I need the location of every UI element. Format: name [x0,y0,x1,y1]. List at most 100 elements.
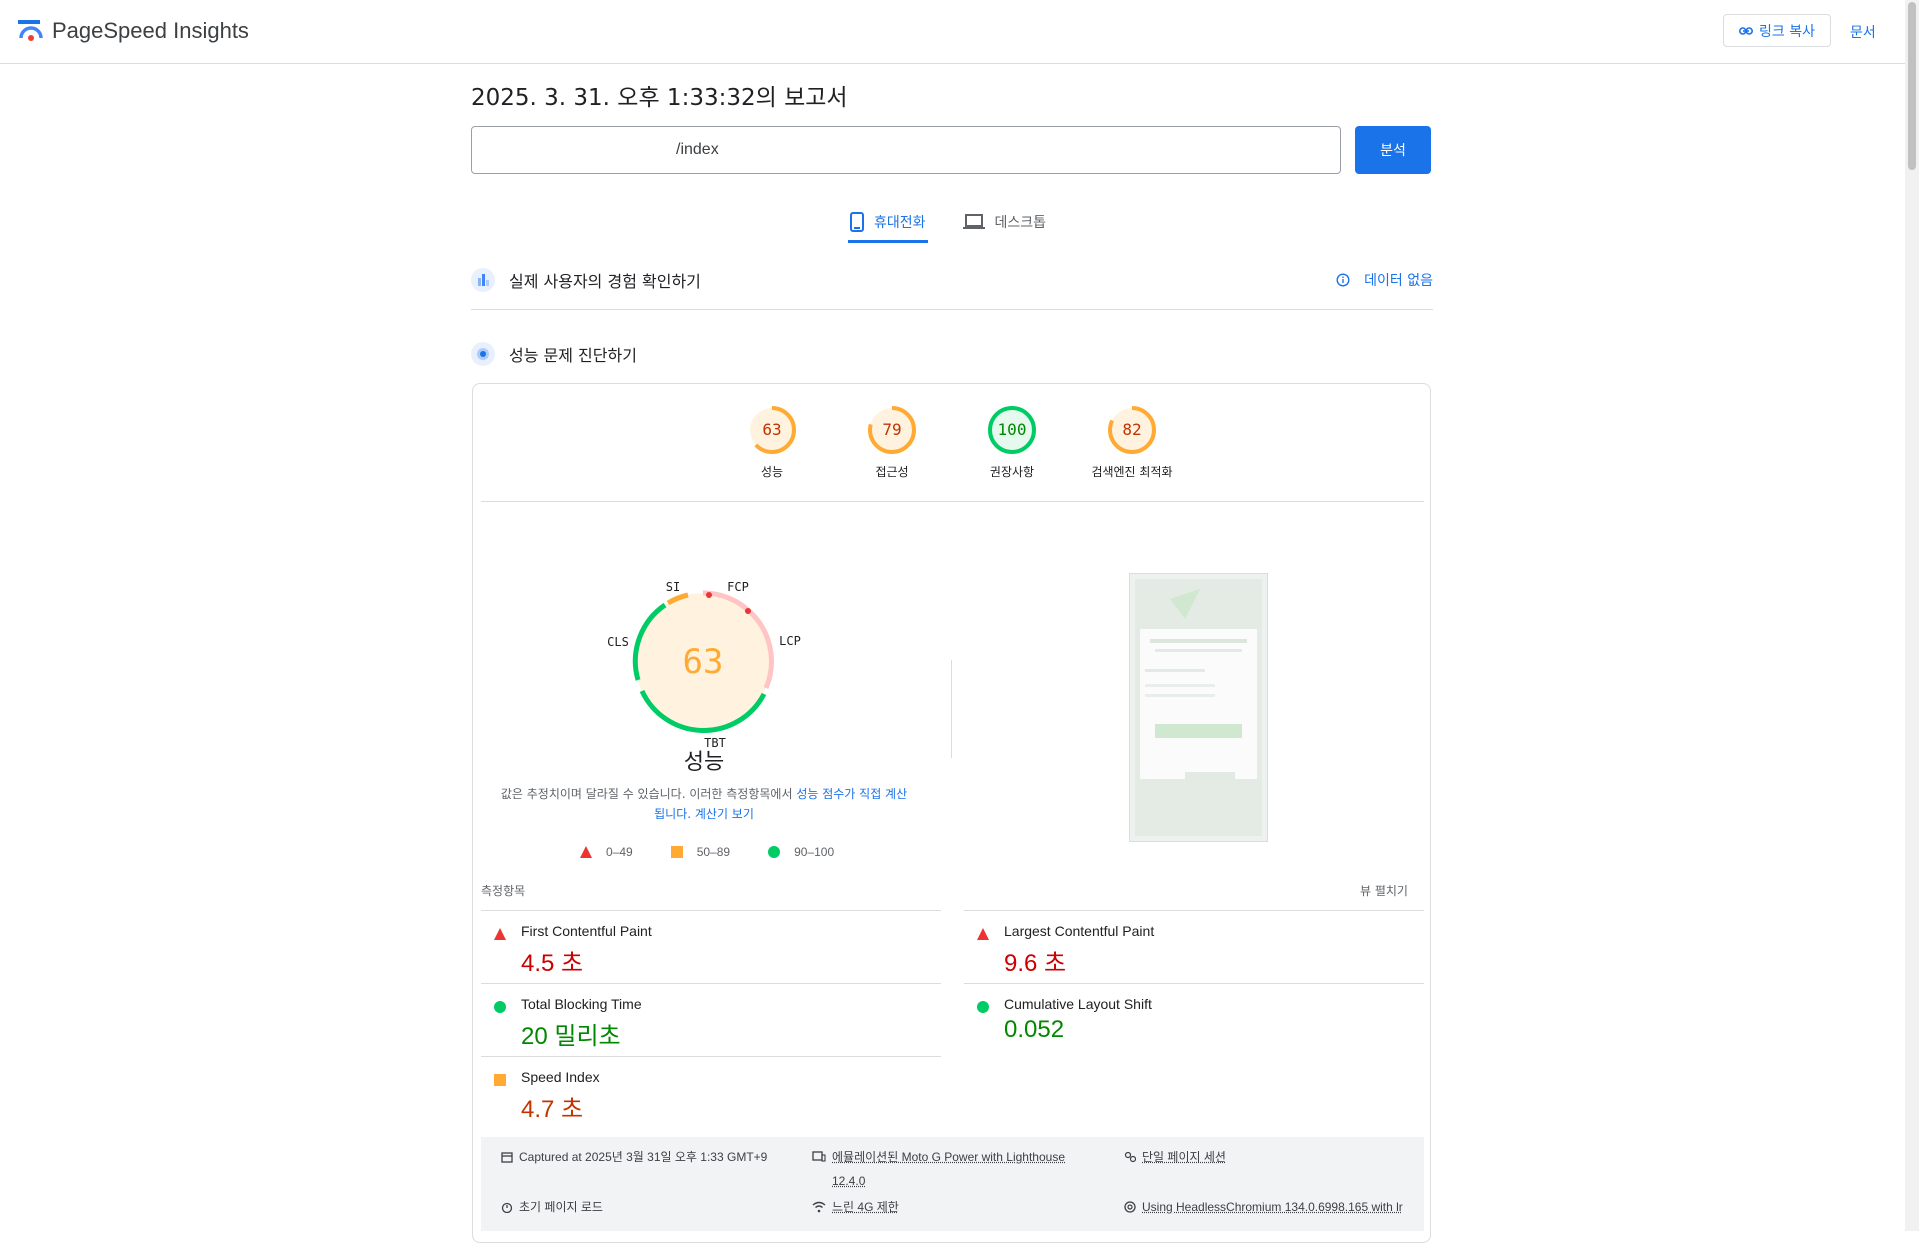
pagespeed-logo-icon [18,20,44,42]
metric-name: Cumulative Layout Shift [1004,996,1152,1012]
circle-icon [494,1001,506,1013]
score-gauge: 100 [987,405,1037,455]
metric-cls: Cumulative Layout Shift 0.052 [964,983,1424,1056]
lighthouse-version[interactable]: 12.4.0 [832,1169,1065,1193]
analyze-button[interactable]: 분석 [1355,126,1431,174]
tab-mobile-label: 휴대전화 [874,212,926,232]
chrome-icon [1124,1201,1136,1213]
score-gauge: 79 [867,405,917,455]
score-value: 63 [762,420,781,439]
score-performance[interactable]: 63 성능 [722,405,822,480]
score-label: 검색엔진 최적화 [1082,463,1182,480]
circle-icon [977,1001,989,1013]
field-data-label: 실제 사용자의 경험 확인하기 [509,268,701,292]
expand-view-toggle[interactable]: 뷰 펼치기 [1360,882,1408,899]
triangle-icon [494,928,506,940]
score-accessibility[interactable]: 79 접근성 [842,405,942,480]
metric-name: First Contentful Paint [521,923,652,939]
top-header: PageSpeed Insights 링크 복사 문서 [0,0,1905,64]
metric-si: Speed Index 4.7 초 [481,1056,941,1129]
score-label: 권장사항 [962,463,1062,480]
captured-text: Captured at 2025년 3월 31일 오후 1:33 GMT+9 [519,1145,767,1169]
score-seo[interactable]: 82 검색엔진 최적화 [1082,405,1182,480]
vertical-divider [951,660,952,758]
field-data-icon [471,268,495,292]
score-value: 100 [998,420,1027,439]
emulated-info: 에뮬레이션된 Moto G Power with Lighthouse 12.4… [812,1145,1065,1193]
calculator-link[interactable]: 계산기 보기 [695,807,754,821]
session-info: 단일 페이지 세션 [1124,1145,1226,1169]
metric-lcp: Largest Contentful Paint 9.6 초 [964,910,1424,983]
estimate-note: 값은 추정치이며 달라질 수 있습니다. 이러한 측정항목에서 성능 점수가 직… [500,784,908,824]
screenshot-thumbnail [1130,574,1267,841]
scrollbar-thumb[interactable] [1908,2,1916,170]
score-best-practices[interactable]: 100 권장사항 [962,405,1062,480]
gauge-cls-label: CLS [607,635,629,649]
circle-icon [768,846,780,858]
square-icon [671,846,683,858]
legend-fail-label: 0–49 [606,845,633,859]
diagnose-section: 성능 문제 진단하기 [471,342,1433,366]
tab-mobile[interactable]: 휴대전화 [848,204,928,243]
legend-fail: 0–49 [580,845,633,859]
tab-desktop-label: 데스크톱 [995,212,1047,232]
metric-name: Largest Contentful Paint [1004,923,1154,939]
no-data-link[interactable]: 데이터 없음 [1336,270,1433,290]
perf-gauge-label: 성능 [664,744,744,776]
device-tabs: 휴대전화 데스크톱 [848,204,1048,243]
timer-icon [501,1201,513,1213]
note-text: 값은 추정치이며 달라질 수 있습니다. 이러한 측정항목에서 [501,787,796,801]
load-text: 초기 페이지 로드 [519,1195,603,1219]
field-data-section: 실제 사용자의 경험 확인하기 데이터 없음 [471,268,1433,292]
copy-link-button[interactable]: 링크 복사 [1723,14,1831,47]
emulated-text[interactable]: 에뮬레이션된 Moto G Power with Lighthouse [832,1145,1065,1169]
legend-average-label: 50–89 [697,845,730,859]
legend-average: 50–89 [671,845,730,859]
metric-value: 4.7 초 [521,1089,583,1124]
metric-name: Speed Index [521,1069,600,1085]
tab-desktop[interactable]: 데스크톱 [961,204,1049,240]
laptop-icon [963,214,985,230]
metric-value: 20 밀리초 [521,1016,621,1051]
captured-info: Captured at 2025년 3월 31일 오후 1:33 GMT+9 [501,1145,767,1169]
section-divider [471,309,1433,310]
phone-icon [850,212,864,232]
link-icon [1739,26,1753,36]
session-text[interactable]: 단일 페이지 세션 [1142,1145,1226,1169]
wifi-icon [812,1201,826,1213]
gauge-lcp-label: LCP [779,634,801,648]
score-value: 82 [1122,420,1141,439]
copy-link-label: 링크 복사 [1759,21,1815,41]
score-legend: 0–49 50–89 90–100 [580,845,872,859]
metric-tbt: Total Blocking Time 20 밀리초 [481,983,941,1056]
performance-gauge: 63 SI FCP LCP CLS TBT [590,570,820,750]
metrics-title: 측정항목 [481,882,525,899]
throttle-text[interactable]: 느린 4G 제한 [832,1195,899,1219]
runtime-settings: Captured at 2025년 3월 31일 오후 1:33 GMT+9 에… [481,1137,1424,1231]
metric-value: 0.052 [1004,1016,1064,1044]
metric-name: Total Blocking Time [521,996,642,1012]
load-info: 초기 페이지 로드 [501,1195,603,1219]
metric-value: 4.5 초 [521,943,583,978]
calendar-icon [501,1151,513,1163]
docs-link[interactable]: 문서 [1850,22,1876,42]
browser-text[interactable]: Using HeadlessChromium 134.0.6998.165 wi… [1142,1195,1403,1219]
devices-icon [812,1151,826,1163]
logo[interactable]: PageSpeed Insights [18,18,249,44]
score-value: 79 [882,420,901,439]
triangle-icon [977,928,989,940]
no-data-label: 데이터 없음 [1364,270,1433,290]
triangle-icon [580,846,592,858]
session-icon [1124,1151,1136,1163]
score-label: 성능 [722,463,822,480]
app-name: PageSpeed Insights [52,18,249,44]
scores-divider [481,501,1424,502]
metric-fcp: First Contentful Paint 4.5 초 [481,910,941,983]
page-screenshot [1129,573,1268,842]
gauge-fcp-label: FCP [727,580,749,594]
throttle-info: 느린 4G 제한 [812,1195,899,1219]
url-input[interactable]: /index [471,126,1341,174]
score-gauge: 63 [747,405,797,455]
diagnose-label: 성능 문제 진단하기 [509,342,637,366]
page-scrollbar[interactable] [1905,0,1919,1231]
